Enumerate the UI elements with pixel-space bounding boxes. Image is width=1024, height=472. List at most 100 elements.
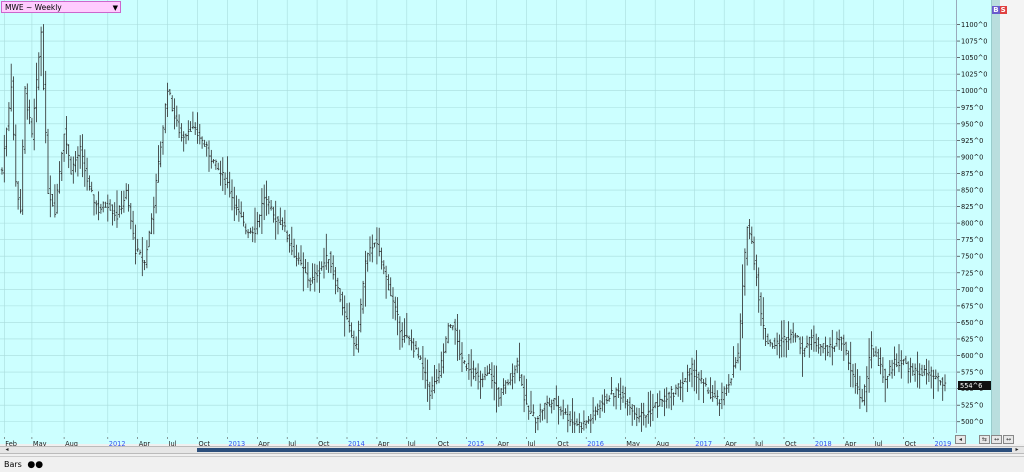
price-tick-label: 1075^0: [961, 38, 988, 46]
ohlc-bar: [313, 263, 316, 292]
ohlc-bar: [242, 211, 245, 227]
ohlc-bar: [341, 291, 344, 316]
ohlc-bar: [612, 393, 615, 407]
horizontal-scrollbar[interactable]: ◂ ▸: [0, 446, 1024, 454]
ohlc-bar: [322, 247, 326, 279]
ohlc-bar: [647, 391, 650, 424]
ohlc-bar: [67, 144, 70, 169]
ohlc-bar: [847, 350, 850, 371]
ohlc-bar: [879, 347, 882, 375]
ohlc-bar: [819, 344, 822, 356]
ohlc-bar: [568, 411, 572, 427]
ohlc-bar: [582, 410, 586, 431]
ohlc-bar: [88, 175, 91, 191]
ohlc-bar: [736, 343, 740, 364]
scroll-left-icon[interactable]: ◂: [2, 447, 12, 453]
ohlc-bar: [92, 194, 96, 216]
plot-area[interactable]: [0, 0, 957, 444]
ohlc-bar: [417, 347, 420, 359]
ohlc-bar: [493, 365, 496, 401]
ohlc-bar: [759, 292, 763, 326]
ohlc-bar: [329, 251, 333, 274]
ohlc-bar: [854, 363, 857, 394]
ohlc-bar: [5, 127, 8, 157]
ohlc-bar: [53, 184, 57, 218]
ohlc-bar: [74, 150, 77, 173]
ohlc-bar: [359, 298, 362, 333]
ohlc-bar: [357, 320, 360, 353]
ohlc-bar: [56, 183, 59, 214]
ohlc-bar: [467, 354, 471, 380]
price-tick-label: 575^0: [961, 369, 983, 377]
ohlc-bar: [200, 136, 204, 149]
ohlc-bar: [111, 204, 114, 226]
ohlc-bar: [122, 190, 126, 213]
price-tick-label: 500^0: [961, 418, 983, 426]
ohlc-bar: [221, 157, 224, 192]
sell-icon: S: [999, 6, 1007, 14]
price-tick-label: 950^0: [961, 120, 983, 128]
ohlc-bar: [49, 175, 52, 218]
ohlc-bar: [281, 217, 284, 231]
ohlc-bar: [870, 331, 873, 369]
ohlc-bar: [95, 200, 98, 215]
ohlc-bar: [240, 201, 243, 218]
ohlc-bar: [932, 369, 935, 399]
ohlc-bar: [375, 227, 379, 265]
ohlc-bar: [304, 259, 307, 274]
ohlc-bar: [113, 202, 116, 222]
nav-fit-button[interactable]: ⇆: [979, 435, 990, 444]
ohlc-bar: [486, 365, 489, 376]
ohlc-bar: [723, 386, 726, 406]
nav-zoom-button[interactable]: ↔: [991, 435, 1002, 444]
ohlc-bar: [828, 337, 832, 358]
nav-expand-button[interactable]: ↔: [1003, 435, 1014, 444]
ohlc-bar: [934, 369, 937, 380]
ohlc-bar: [900, 350, 903, 379]
ohlc-bar: [177, 114, 181, 139]
scroll-thumb[interactable]: [197, 448, 1012, 452]
ohlc-bar: [598, 400, 602, 419]
ohlc-bar: [844, 341, 848, 356]
ohlc-bar: [51, 194, 54, 207]
symbol-selector[interactable]: MWE ~ Weekly ▼: [1, 1, 121, 13]
ohlc-bar: [65, 116, 68, 154]
ohlc-bar: [909, 357, 912, 383]
ohlc-bar: [187, 120, 190, 141]
price-tick-label: 925^0: [961, 137, 983, 145]
ohlc-bar: [631, 404, 634, 426]
bars-style-icon: ●●: [27, 460, 44, 470]
right-pane: [1000, 0, 1024, 444]
ohlc-bar: [488, 363, 491, 374]
ohlc-bar: [355, 336, 358, 350]
ohlc-bar: [644, 415, 648, 428]
ohlc-bar: [479, 370, 482, 399]
ohlc-bar: [378, 227, 381, 257]
scroll-right-icon[interactable]: ▸: [1012, 447, 1022, 453]
ohlc-bar: [134, 224, 137, 265]
ohlc-bar: [398, 316, 402, 350]
ohlc-bar: [545, 395, 549, 424]
ohlc-bar: [371, 234, 374, 263]
ohlc-bar: [729, 378, 733, 386]
ohlc-bar: [552, 398, 556, 411]
ohlc-bar: [389, 277, 392, 297]
nav-back-button[interactable]: ◂: [955, 435, 966, 444]
ohlc-bar: [686, 364, 689, 393]
ohlc-bar: [118, 205, 121, 218]
buy-icon: B: [992, 6, 1000, 14]
ohlc-bar: [536, 416, 540, 431]
bars-tab[interactable]: Bars ●●: [4, 459, 43, 471]
ohlc-bar: [808, 336, 811, 358]
price-tick-label: 875^0: [961, 170, 983, 178]
ohlc-bar: [693, 359, 696, 392]
ohlc-bar: [502, 378, 505, 396]
ohlc-bar: [269, 200, 273, 211]
ohlc-bar: [437, 363, 441, 384]
ohlc-bar: [451, 325, 454, 331]
ohlc-bar: [217, 162, 220, 171]
ohlc-bar: [325, 233, 328, 270]
buy-sell-icon[interactable]: BS: [992, 6, 1007, 15]
ohlc-bar: [704, 377, 707, 387]
ohlc-bar: [453, 318, 457, 345]
